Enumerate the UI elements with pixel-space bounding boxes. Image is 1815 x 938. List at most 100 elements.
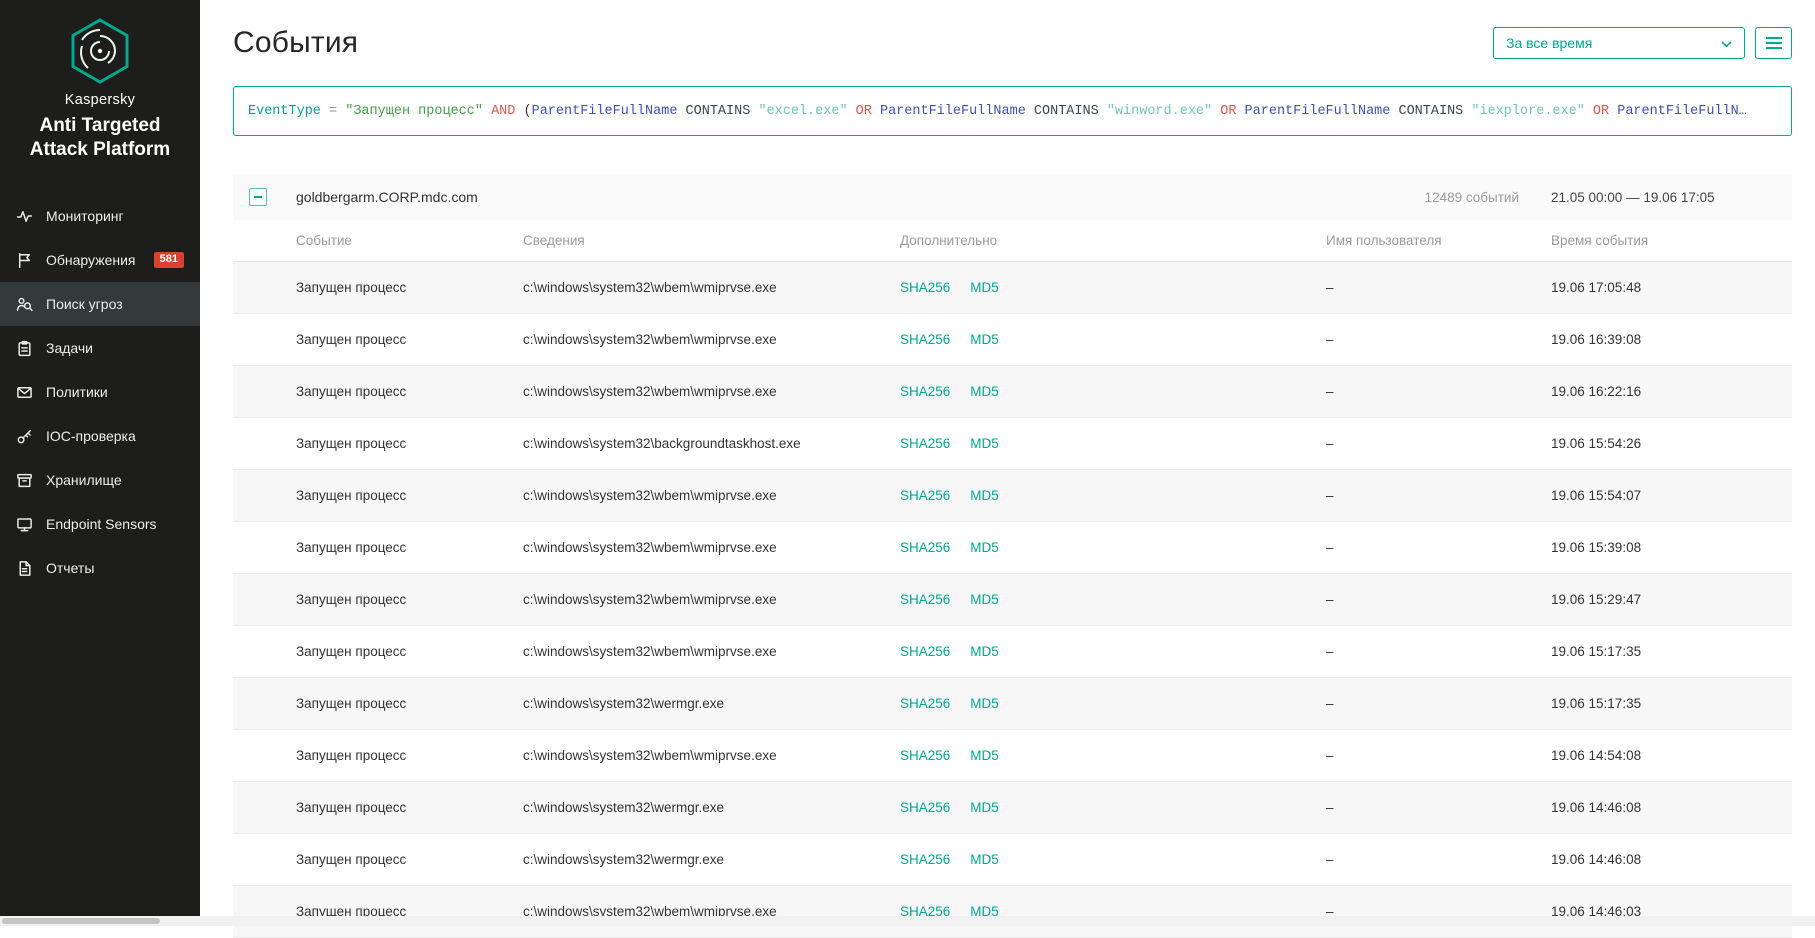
sidebar-item-tasks[interactable]: Задачи xyxy=(0,326,200,370)
collapse-group-button[interactable] xyxy=(249,188,267,206)
query-token: ParentFileFullName xyxy=(879,103,1026,119)
md5-link[interactable]: MD5 xyxy=(970,800,999,815)
user-cell: – xyxy=(1326,800,1334,815)
md5-link[interactable]: MD5 xyxy=(970,540,999,555)
time-cell: 19.06 17:05:48 xyxy=(1551,280,1642,295)
md5-link[interactable]: MD5 xyxy=(970,436,999,451)
sidebar-item-label: Обнаружения xyxy=(46,252,136,268)
table-row[interactable]: Запущен процесс c:\windows\system32\wbem\… xyxy=(233,730,1792,782)
query-input[interactable]: EventType = "Запущен процесс" AND (Paren… xyxy=(233,86,1792,136)
time-cell: 19.06 15:29:47 xyxy=(1551,592,1642,607)
query-token: CONTAINS xyxy=(677,103,759,119)
group-host-name: goldbergarm.CORP.mdc.com xyxy=(296,189,478,205)
table-row[interactable]: Запущен процесс c:\windows\system32\wermg… xyxy=(233,834,1792,886)
sha256-link[interactable]: SHA256 xyxy=(900,436,950,451)
query-token: CONTAINS xyxy=(1390,103,1472,119)
sidebar-item-threat-hunting[interactable]: Поиск угроз xyxy=(0,282,200,326)
sidebar-item-endpoint-sensors[interactable]: Endpoint Sensors xyxy=(0,502,200,546)
details-cell: c:\windows\system32\wbem\wmiprvse.exe xyxy=(523,488,777,503)
user-cell: – xyxy=(1326,696,1334,711)
sha256-link[interactable]: SHA256 xyxy=(900,696,950,711)
event-cell: Запущен процесс xyxy=(296,488,407,503)
table-row[interactable]: Запущен процесс c:\windows\system32\wbem\… xyxy=(233,366,1792,418)
sidebar-item-reports[interactable]: Отчеты xyxy=(0,546,200,590)
hashes-cell: SHA256 MD5 xyxy=(900,332,1326,347)
hashes-cell: SHA256 MD5 xyxy=(900,800,1326,815)
table-row[interactable]: Запущен процесс c:\windows\system32\wermg… xyxy=(233,678,1792,730)
event-cell: Запущен процесс xyxy=(296,332,407,347)
hamburger-icon xyxy=(1765,37,1782,49)
horizontal-scrollbar[interactable] xyxy=(0,916,1815,926)
storage-icon xyxy=(16,472,33,489)
hashes-cell: SHA256 MD5 xyxy=(900,488,1326,503)
query-token: OR xyxy=(1212,103,1245,119)
details-cell: c:\windows\system32\wermgr.exe xyxy=(523,696,725,711)
md5-link[interactable]: MD5 xyxy=(970,644,999,659)
hashes-cell: SHA256 MD5 xyxy=(900,592,1326,607)
hashes-cell: SHA256 MD5 xyxy=(900,748,1326,763)
md5-link[interactable]: MD5 xyxy=(970,332,999,347)
details-cell: c:\windows\system32\wbem\wmiprvse.exe xyxy=(523,332,777,347)
md5-link[interactable]: MD5 xyxy=(970,696,999,711)
main-content: События За все время EventType = "Запуще… xyxy=(200,0,1815,938)
time-range-select[interactable]: За все время xyxy=(1493,27,1745,59)
table-row[interactable]: Запущен процесс c:\windows\system32\backg… xyxy=(233,418,1792,470)
sha256-link[interactable]: SHA256 xyxy=(900,592,950,607)
sha256-link[interactable]: SHA256 xyxy=(900,384,950,399)
table-row[interactable]: Запущен процесс c:\windows\system32\wbem\… xyxy=(233,262,1792,314)
md5-link[interactable]: MD5 xyxy=(970,748,999,763)
details-cell: c:\windows\system32\wbem\wmiprvse.exe xyxy=(523,384,777,399)
sidebar-item-storage[interactable]: Хранилище xyxy=(0,458,200,502)
sha256-link[interactable]: SHA256 xyxy=(900,280,950,295)
events-table-body: Запущен процесс c:\windows\system32\wbem\… xyxy=(233,262,1792,938)
event-cell: Запущен процесс xyxy=(296,696,407,711)
table-row[interactable]: Запущен процесс c:\windows\system32\wbem\… xyxy=(233,886,1792,938)
sha256-link[interactable]: SHA256 xyxy=(900,540,950,555)
sidebar-item-detections[interactable]: Обнаружения 581 xyxy=(0,238,200,282)
sidebar-item-policies[interactable]: Политики xyxy=(0,370,200,414)
hashes-cell: SHA256 MD5 xyxy=(900,280,1326,295)
group-time-range: 21.05 00:00 — 19.06 17:05 xyxy=(1551,189,1715,205)
event-cell: Запущен процесс xyxy=(296,800,407,815)
user-cell: – xyxy=(1326,384,1334,399)
ioc-check-icon xyxy=(16,428,33,445)
user-cell: – xyxy=(1326,748,1334,763)
table-settings-button[interactable] xyxy=(1755,27,1792,59)
sha256-link[interactable]: SHA256 xyxy=(900,852,950,867)
time-cell: 19.06 14:46:08 xyxy=(1551,852,1642,867)
table-row[interactable]: Запущен процесс c:\windows\system32\wbem\… xyxy=(233,626,1792,678)
table-row[interactable]: Запущен процесс c:\windows\system32\wbem\… xyxy=(233,314,1792,366)
md5-link[interactable]: MD5 xyxy=(970,592,999,607)
time-cell: 19.06 16:22:16 xyxy=(1551,384,1642,399)
sidebar-item-label: Отчеты xyxy=(46,560,95,576)
query-token: "iexplore.exe" xyxy=(1471,103,1585,119)
sha256-link[interactable]: SHA256 xyxy=(900,644,950,659)
time-cell: 19.06 15:17:35 xyxy=(1551,696,1642,711)
header-controls: За все время xyxy=(1493,27,1792,59)
table-row[interactable]: Запущен процесс c:\windows\system32\wbem\… xyxy=(233,574,1792,626)
details-cell: c:\windows\system32\backgroundtaskhost.e… xyxy=(523,436,801,451)
md5-link[interactable]: MD5 xyxy=(970,384,999,399)
sidebar-item-label: IOC-проверка xyxy=(46,428,136,444)
horizontal-scrollbar-thumb[interactable] xyxy=(2,918,160,924)
md5-link[interactable]: MD5 xyxy=(970,280,999,295)
md5-link[interactable]: MD5 xyxy=(970,852,999,867)
query-token: ParentFileFullName xyxy=(1244,103,1391,119)
query-token: CONTAINS xyxy=(1025,103,1107,119)
time-cell: 19.06 15:54:07 xyxy=(1551,488,1642,503)
table-row[interactable]: Запущен процесс c:\windows\system32\wbem\… xyxy=(233,522,1792,574)
sha256-link[interactable]: SHA256 xyxy=(900,332,950,347)
sidebar-item-monitoring[interactable]: Мониторинг xyxy=(0,194,200,238)
brand-name: Kaspersky xyxy=(64,92,136,108)
sha256-link[interactable]: SHA256 xyxy=(900,748,950,763)
table-row[interactable]: Запущен процесс c:\windows\system32\wermg… xyxy=(233,782,1792,834)
sidebar-item-ioc-check[interactable]: IOC-проверка xyxy=(0,414,200,458)
sidebar-item-label: Endpoint Sensors xyxy=(46,516,157,532)
product-name: Anti Targeted Attack Platform xyxy=(29,115,171,160)
table-row[interactable]: Запущен процесс c:\windows\system32\wbem\… xyxy=(233,470,1792,522)
user-cell: – xyxy=(1326,644,1334,659)
sha256-link[interactable]: SHA256 xyxy=(900,800,950,815)
user-cell: – xyxy=(1326,852,1334,867)
md5-link[interactable]: MD5 xyxy=(970,488,999,503)
sha256-link[interactable]: SHA256 xyxy=(900,488,950,503)
